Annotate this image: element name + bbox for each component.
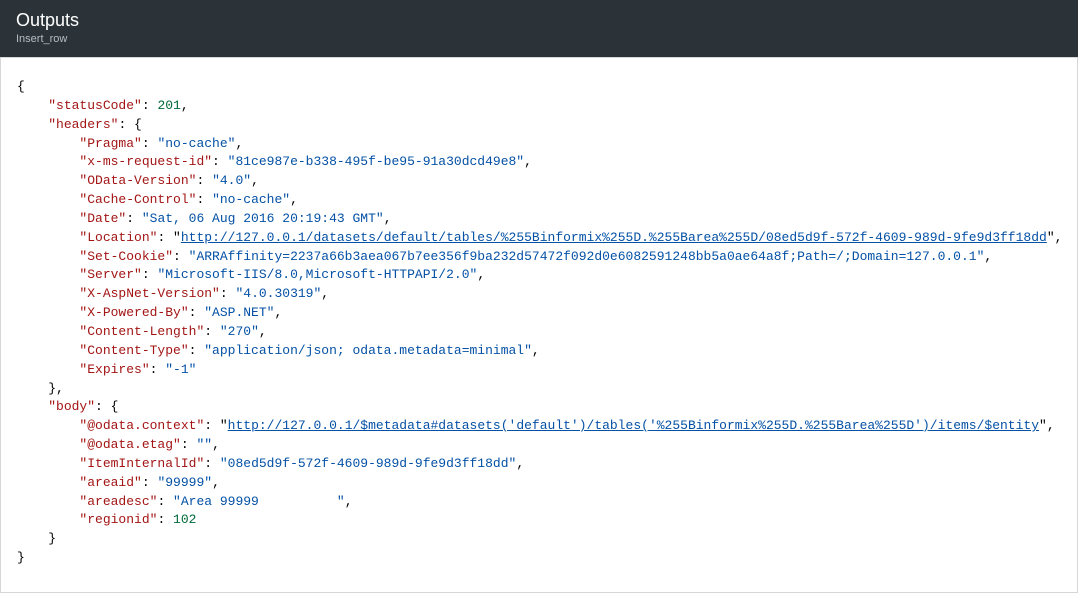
page-title: Outputs: [16, 10, 1062, 31]
outputs-header: Outputs Insert_row: [0, 0, 1078, 57]
link-@odata.context[interactable]: http://127.0.0.1/$metadata#datasets('def…: [228, 418, 1039, 433]
json-output-panel: { "statusCode": 201, "headers": { "Pragm…: [0, 57, 1078, 593]
operation-subtitle: Insert_row: [16, 33, 1062, 45]
link-Location[interactable]: http://127.0.0.1/datasets/default/tables…: [181, 230, 1047, 245]
